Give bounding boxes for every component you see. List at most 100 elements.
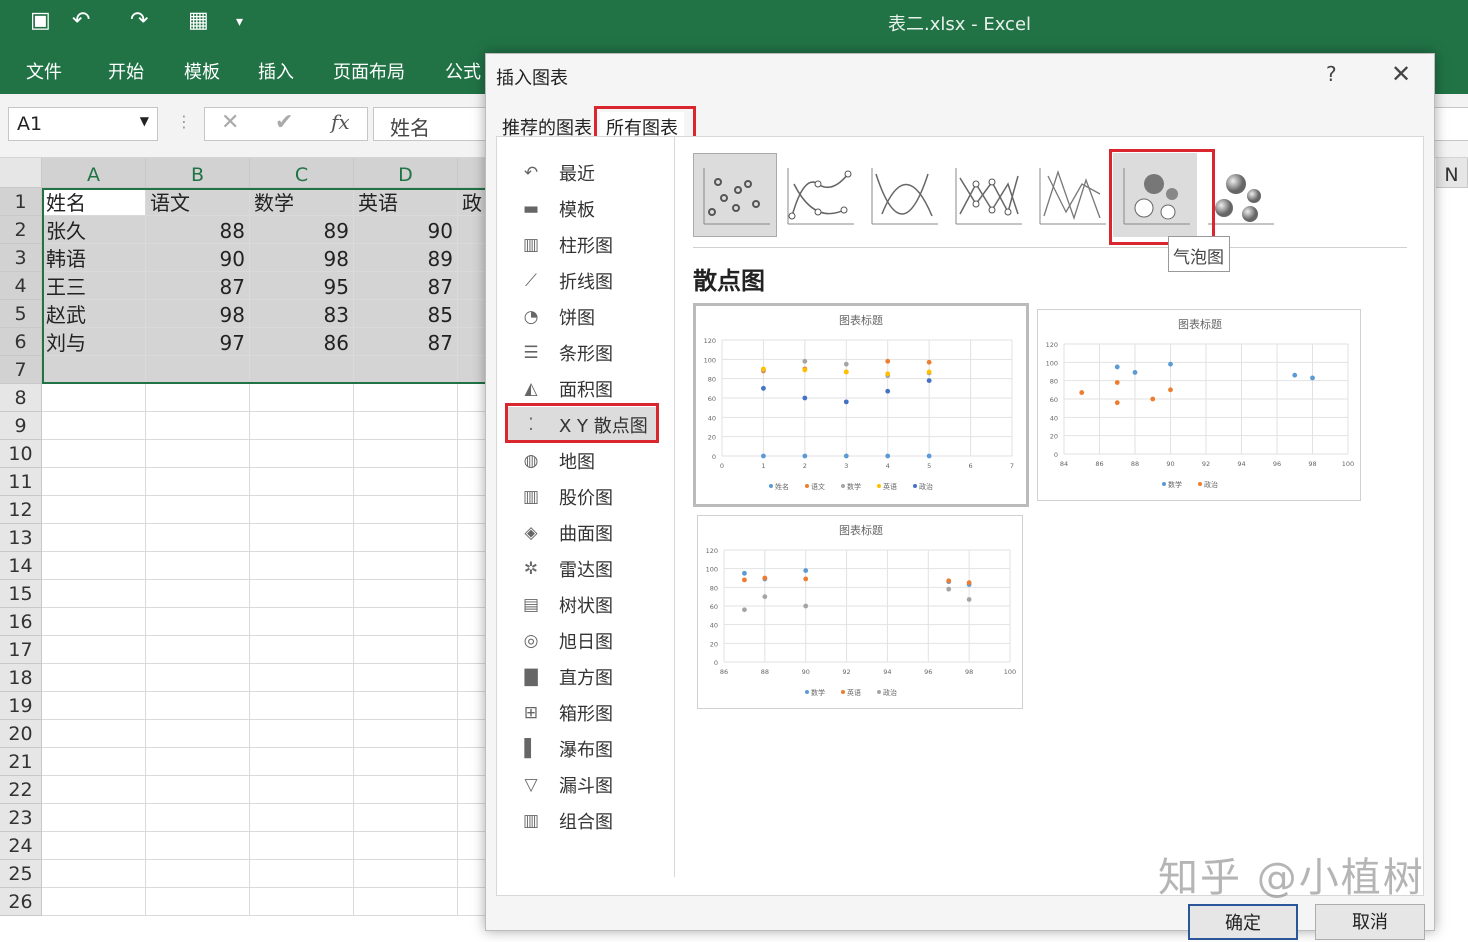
cell[interactable] — [146, 440, 250, 468]
cell[interactable]: 86 — [250, 328, 354, 356]
cancel-icon[interactable]: ✕ — [221, 110, 239, 135]
cell[interactable]: 83 — [250, 300, 354, 328]
cell[interactable] — [146, 524, 250, 552]
cell[interactable] — [458, 384, 488, 412]
cell[interactable]: 语文 — [146, 188, 250, 216]
cell[interactable] — [146, 636, 250, 664]
cell[interactable] — [42, 468, 146, 496]
cell[interactable] — [458, 328, 488, 356]
cell[interactable]: 87 — [354, 272, 458, 300]
row-header[interactable]: 1 — [0, 188, 42, 216]
column-header-e[interactable] — [458, 158, 488, 188]
chart-type-item[interactable]: ⟋ 折线图 — [507, 263, 657, 299]
row-header[interactable]: 18 — [0, 664, 42, 692]
cell[interactable] — [354, 384, 458, 412]
cell[interactable] — [42, 888, 146, 916]
cell[interactable] — [458, 748, 488, 776]
row-header[interactable]: 25 — [0, 860, 42, 888]
cell[interactable] — [250, 552, 354, 580]
tab-formulas[interactable]: 公式 — [445, 58, 481, 84]
cell[interactable] — [458, 244, 488, 272]
cell[interactable] — [354, 552, 458, 580]
chart-type-item[interactable]: ▌ 瀑布图 — [507, 731, 657, 767]
subtype-scatter-straight-markers[interactable] — [945, 153, 1029, 237]
cell[interactable] — [250, 440, 354, 468]
cell[interactable] — [354, 832, 458, 860]
row-header[interactable]: 4 — [0, 272, 42, 300]
check-icon[interactable]: ✔ — [275, 110, 293, 135]
cell[interactable] — [458, 804, 488, 832]
cell[interactable] — [458, 552, 488, 580]
chart-type-item[interactable]: ▇ 直方图 — [507, 659, 657, 695]
row-header[interactable]: 22 — [0, 776, 42, 804]
cell[interactable] — [146, 720, 250, 748]
column-header-b[interactable]: B — [146, 158, 250, 188]
cell[interactable] — [354, 664, 458, 692]
cell[interactable] — [250, 384, 354, 412]
subtype-scatter-straight-lines[interactable] — [1029, 153, 1113, 237]
chart-type-item[interactable]: ◔ 饼图 — [507, 299, 657, 335]
cell[interactable] — [458, 356, 488, 384]
cell[interactable]: 政 — [458, 188, 488, 216]
cell[interactable]: 87 — [354, 328, 458, 356]
subtype-scatter[interactable] — [693, 153, 777, 237]
cell[interactable] — [42, 524, 146, 552]
cell[interactable] — [146, 496, 250, 524]
row-header[interactable]: 11 — [0, 468, 42, 496]
layout-icon[interactable]: ▦ — [188, 8, 209, 33]
cell[interactable] — [354, 580, 458, 608]
row-header[interactable]: 2 — [0, 216, 42, 244]
row-header[interactable]: 8 — [0, 384, 42, 412]
row-header[interactable]: 20 — [0, 720, 42, 748]
cell[interactable] — [42, 440, 146, 468]
cell[interactable] — [250, 860, 354, 888]
cell[interactable] — [42, 832, 146, 860]
row-header[interactable]: 26 — [0, 888, 42, 916]
customize-qat-icon[interactable]: ▾ — [236, 14, 243, 30]
tab-page-layout[interactable]: 页面布局 — [333, 58, 405, 84]
row-header[interactable]: 19 — [0, 692, 42, 720]
cell[interactable] — [458, 216, 488, 244]
column-header-n[interactable]: N — [1436, 158, 1468, 188]
cell[interactable] — [458, 888, 488, 916]
cell[interactable] — [42, 804, 146, 832]
cell[interactable] — [250, 664, 354, 692]
cell[interactable]: 98 — [146, 300, 250, 328]
cell[interactable]: 90 — [354, 216, 458, 244]
cell[interactable] — [42, 412, 146, 440]
cell[interactable] — [354, 692, 458, 720]
cell[interactable] — [42, 860, 146, 888]
cell[interactable] — [354, 412, 458, 440]
row-header[interactable]: 23 — [0, 804, 42, 832]
cell[interactable] — [458, 272, 488, 300]
chart-type-item[interactable]: ☰ 条形图 — [507, 335, 657, 371]
cell[interactable]: 90 — [146, 244, 250, 272]
select-all-corner[interactable] — [0, 158, 42, 188]
subtype-scatter-smooth-lines[interactable] — [861, 153, 945, 237]
cell[interactable] — [42, 664, 146, 692]
cell[interactable] — [42, 608, 146, 636]
cell[interactable] — [250, 608, 354, 636]
row-header[interactable]: 10 — [0, 440, 42, 468]
cell[interactable] — [354, 524, 458, 552]
row-header[interactable]: 9 — [0, 412, 42, 440]
undo-icon[interactable]: ↶ — [72, 8, 90, 33]
chart-preview-1[interactable]: 图表标题 0 20 40 60 80 100 120 0 1 2 3 4 5 6 7 姓名 语文 数学 英语 政治 — [693, 303, 1029, 507]
column-header-c[interactable]: C — [250, 158, 354, 188]
cell[interactable] — [250, 580, 354, 608]
cell[interactable] — [42, 636, 146, 664]
cell[interactable] — [354, 860, 458, 888]
cell[interactable] — [354, 888, 458, 916]
cell[interactable]: 89 — [354, 244, 458, 272]
cell[interactable] — [354, 636, 458, 664]
cell[interactable]: 韩语 — [42, 244, 146, 272]
cell[interactable] — [250, 748, 354, 776]
cell[interactable]: 98 — [250, 244, 354, 272]
chart-preview-2[interactable]: 图表标题 0 20 40 60 80 100 120 84 86 88 90 92 94 96 98 100 数学… — [1037, 309, 1361, 501]
cell[interactable]: 刘与 — [42, 328, 146, 356]
chart-preview-3[interactable]: 图表标题 0 20 40 60 80 100 120 86 88 90 92 94 96 98 100 数学 英语… — [697, 515, 1023, 709]
chart-type-item[interactable]: ◈ 曲面图 — [507, 515, 657, 551]
row-header[interactable]: 5 — [0, 300, 42, 328]
chart-type-item[interactable]: ◭ 面积图 — [507, 371, 657, 407]
cell[interactable] — [42, 776, 146, 804]
